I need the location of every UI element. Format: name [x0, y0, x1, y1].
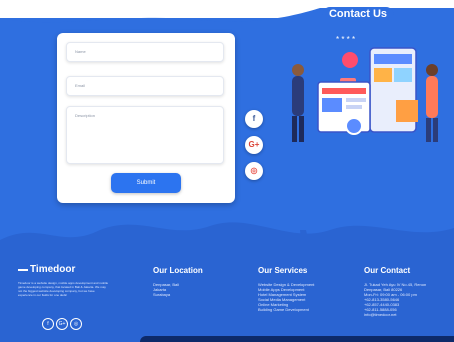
footer-google-plus-icon[interactable]: G+ — [56, 318, 68, 330]
illus-stars: * * * * — [336, 35, 355, 44]
google-plus-icon[interactable]: G+ — [245, 136, 263, 154]
email-field[interactable]: Email — [66, 76, 224, 96]
illus-person-left-head — [292, 64, 304, 76]
web-development-illustration: * * * * — [292, 35, 438, 142]
illus-person-right-leg1 — [426, 118, 431, 142]
description-field[interactable]: Description — [66, 106, 224, 164]
illus-person-right-leg2 — [433, 118, 438, 142]
contact-heading: Our Contact — [364, 266, 411, 275]
illus-person-left-leg2 — [299, 116, 304, 142]
illus-person-right-head — [426, 64, 438, 76]
illus-phone-card — [374, 68, 392, 82]
services-heading: Our Services — [258, 266, 308, 275]
name-field[interactable]: Name — [66, 42, 224, 62]
submit-button[interactable]: Submit — [111, 173, 181, 193]
illus-phone-card2 — [394, 68, 412, 82]
illus-phone-header — [374, 54, 412, 64]
illus-person-right — [426, 76, 438, 118]
logo-text: Timedoor — [30, 264, 76, 275]
illus-bubble — [342, 52, 358, 68]
contact-form: Name Email Description Submit — [57, 33, 235, 203]
illus-chart-box — [396, 100, 418, 122]
footer-facebook-icon[interactable]: f — [42, 318, 54, 330]
service-link[interactable]: Building Game Development — [258, 307, 309, 312]
illus-screen-block — [322, 98, 342, 112]
illus-person-left — [292, 76, 304, 116]
bottom-bar — [140, 336, 454, 342]
illus-screen-bar — [322, 88, 366, 94]
page-title: Contact Us — [322, 7, 394, 21]
footer-description: Timedoor is a website design, mobile app… — [18, 281, 109, 297]
location-item: Surabaya — [153, 292, 171, 297]
bottom-wave-decoration — [0, 222, 454, 270]
facebook-icon[interactable]: f — [245, 110, 263, 128]
page-title-text: Contact Us — [328, 8, 388, 20]
footer-instagram-icon[interactable]: ◎ — [70, 318, 82, 330]
footer-logo[interactable]: Timedoor — [18, 264, 75, 275]
instagram-icon[interactable]: ◎ — [245, 162, 263, 180]
illus-screen-line1 — [346, 98, 366, 102]
illus-screen-line2 — [346, 105, 362, 109]
logo-icon — [18, 263, 28, 271]
illus-person-left-leg1 — [292, 116, 297, 142]
illus-gear — [345, 117, 363, 135]
contact-email[interactable]: info@timedoor.net — [364, 312, 397, 317]
location-heading: Our Location — [153, 266, 203, 275]
